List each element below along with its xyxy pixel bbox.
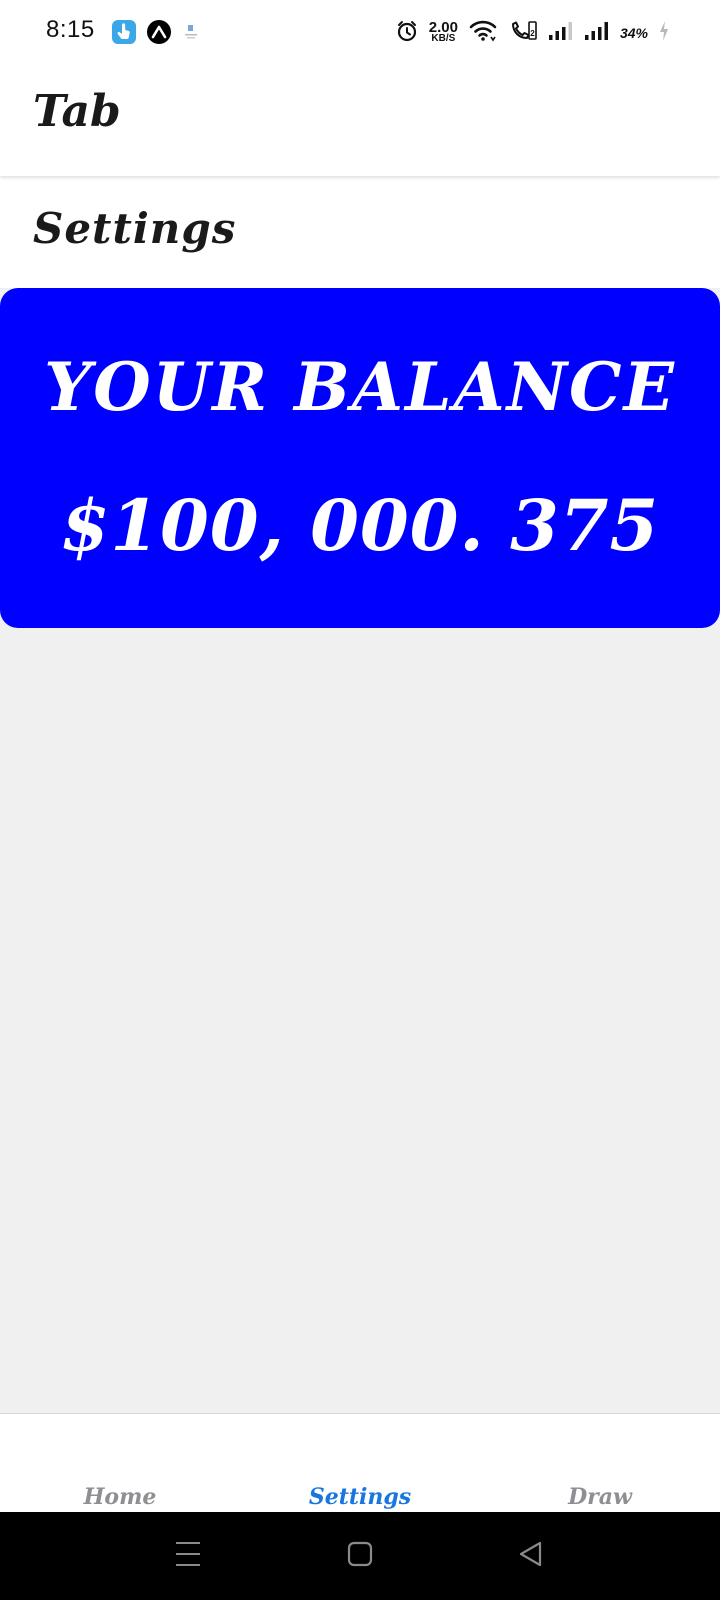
status-bar: 8:15 2.00 KB/S 2 34%: [0, 0, 720, 64]
battery-percent: 34%: [619, 25, 648, 41]
system-nav-bar: [0, 1512, 720, 1600]
bottom-tab-bar: Home Settings Draw: [0, 1413, 720, 1514]
header-title: Tab: [33, 86, 121, 137]
net-speed: 2.00 KB/S: [428, 19, 458, 44]
balance-value: $100, 000. 375: [60, 484, 660, 567]
wifi-calling-icon: 2: [508, 19, 538, 48]
expo-app-icon: [147, 20, 171, 44]
wifi-icon: [468, 19, 498, 48]
balance-card: YOUR BALANCE $100, 000. 375: [0, 288, 720, 628]
balance-label: YOUR BALANCE: [44, 348, 676, 426]
settings-section: Settings: [0, 176, 720, 288]
page-title: Settings: [33, 204, 237, 253]
net-speed-value: 2.00: [428, 19, 458, 36]
menu-icon[interactable]: [175, 1540, 201, 1572]
tab-home[interactable]: Home: [0, 1484, 240, 1510]
touch-app-icon: [112, 20, 136, 44]
signal-icon-2: [584, 20, 610, 47]
signal-icon: [548, 20, 574, 47]
app-header: Tab: [0, 64, 720, 176]
alarm-icon: [395, 19, 419, 48]
status-time: 8:15: [46, 16, 95, 43]
small-app-icon: [182, 22, 200, 42]
home-icon[interactable]: [347, 1540, 373, 1572]
net-speed-unit: KB/S: [431, 33, 456, 44]
app-screen: 8:15 2.00 KB/S 2 34% Tab Settings YOUR B…: [0, 0, 720, 1600]
battery-charging-icon: [658, 19, 670, 48]
svg-text:2: 2: [530, 29, 535, 38]
back-icon[interactable]: [518, 1540, 544, 1572]
tab-settings[interactable]: Settings: [240, 1484, 480, 1510]
status-indicators: 2.00 KB/S 2 34%: [395, 18, 670, 48]
tab-draw[interactable]: Draw: [480, 1484, 720, 1510]
